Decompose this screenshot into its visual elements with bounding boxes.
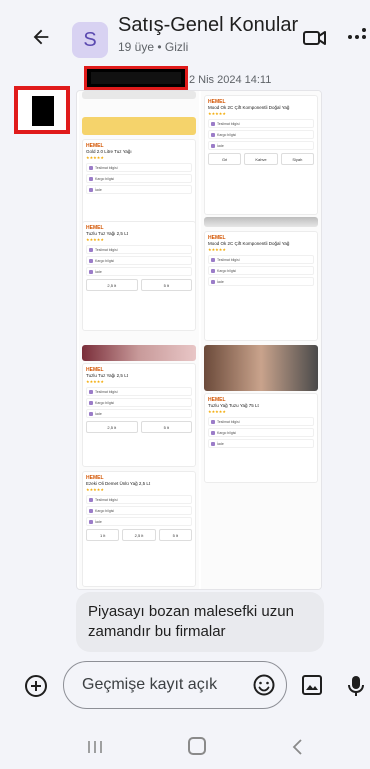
mic-icon	[348, 676, 364, 696]
redacted-sender-avatar	[14, 86, 70, 134]
system-back-button[interactable]	[290, 737, 306, 757]
message-bubble[interactable]: Piyasayı bozan malesefki uzun zamandır b…	[76, 592, 324, 652]
group-avatar[interactable]: S	[72, 22, 108, 58]
rating-stars: ★★★★★	[86, 379, 104, 384]
message-input-placeholder: Geçmişe kayıt açık	[82, 676, 218, 693]
back-button[interactable]	[26, 22, 56, 52]
product-photo	[82, 345, 196, 361]
rating-stars: ★★★★★	[86, 487, 104, 492]
nav-recents-icon	[88, 741, 102, 753]
video-call-button[interactable]	[302, 26, 330, 52]
rating-stars: ★★★★★	[86, 237, 104, 242]
product-card: HEMEL Tuzlu Tuz Yağı 2,5 Lt ★★★★★ Teslim…	[82, 221, 196, 331]
product-card: HEMEL Mood Ok 2C Çift Komponentli Doğal …	[204, 231, 318, 341]
more-options-button[interactable]	[344, 22, 368, 52]
rating-stars: ★★★★★	[86, 155, 104, 160]
add-circle-icon	[25, 675, 47, 697]
chat-subtitle: 19 üye • Gizli	[118, 40, 189, 54]
more-vert-icon	[348, 28, 366, 39]
rating-stars: ★★★★★	[208, 247, 226, 252]
emoji-button[interactable]	[252, 673, 276, 697]
product-photo	[82, 91, 196, 99]
product-card: HEMEL Tuzlu Yağ Tuzu Yağ 75 Lt ★★★★★ Tes…	[204, 393, 318, 483]
redacted-sender-name	[84, 66, 188, 90]
message-timestamp: 2 Nis 2024 14:11	[189, 74, 272, 86]
chat-header: S Satış-Genel Konular 19 üye • Gizli	[0, 0, 370, 70]
nav-back-icon	[292, 739, 302, 755]
product-card: HEMEL Mood Ok 2C Çift Komponentli Doğal …	[204, 95, 318, 215]
back-arrow-icon	[33, 29, 49, 45]
image-icon	[302, 675, 322, 695]
add-image-button[interactable]	[300, 673, 324, 697]
product-photo	[204, 345, 318, 391]
image-attachment[interactable]: HEMEL Gold 2.0 Litre Tuz Yağı ★★★★★ Tesl…	[76, 90, 322, 590]
rating-stars: ★★★★★	[208, 409, 226, 414]
video-call-icon	[303, 31, 326, 45]
product-banner	[82, 117, 196, 135]
product-card: HEMEL Tuzlu Tuz Yağı 2,5 Lt ★★★★★ Teslim…	[82, 363, 196, 467]
system-navigation-bar	[0, 728, 370, 769]
message-input[interactable]: Geçmişe kayıt açık	[63, 661, 287, 709]
attachment-right-column: HEMEL Mood Ok 2C Çift Komponentli Doğal …	[201, 91, 321, 589]
home-button[interactable]	[188, 737, 206, 755]
product-photo	[204, 217, 318, 227]
rating-stars: ★★★★★	[208, 111, 226, 116]
voice-message-button[interactable]	[346, 672, 366, 700]
recents-button[interactable]	[86, 738, 104, 756]
chat-title[interactable]: Satış-Genel Konular	[118, 14, 298, 37]
add-attachment-button[interactable]	[22, 672, 50, 700]
attachment-left-column: HEMEL Gold 2.0 Litre Tuz Yağı ★★★★★ Tesl…	[79, 91, 199, 589]
emoji-icon	[253, 674, 275, 696]
product-card: HEMEL Ezeki Oli Demet Ünlü Yağ 2,5 Lt ★★…	[82, 471, 196, 587]
